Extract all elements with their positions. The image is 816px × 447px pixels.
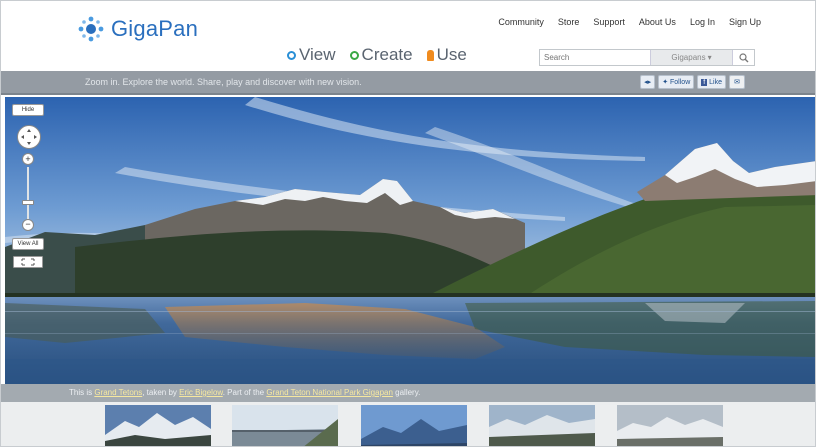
tab-use-label: Use [436,45,467,64]
nav-sign-up[interactable]: Sign Up [729,17,761,27]
caption-text: This is Grand Tetons, taken by Eric Bige… [69,388,420,397]
tagline-bar: Zoom in. Explore the world. Share, play … [1,71,815,95]
search-icon [738,52,748,62]
nav-support[interactable]: Support [593,17,625,27]
tagline-text: Zoom in. Explore the world. Share, play … [85,77,362,87]
twitter-bird-icon: ✦ [662,79,669,86]
gigapan-logo[interactable]: GigaPan [75,11,198,47]
view-ring-icon [287,50,296,60]
email-share-button[interactable]: ✉ [729,75,745,89]
top-navigation: Community Store Support About Us Log In … [498,17,761,27]
view-all-label: View All [17,241,39,247]
zoom-out-button[interactable]: − [22,219,34,231]
thumb-grey-range-image [617,405,723,446]
minus-icon: − [25,219,31,229]
thumb-valley-ridge-image [489,405,595,446]
author-link[interactable]: Eric Bigelow [179,388,223,397]
create-ring-icon [349,50,359,60]
view-all-button[interactable]: View All [12,238,44,250]
caption-bar: This is Grand Tetons, taken by Eric Bige… [1,384,815,402]
thumb-snowy-peaks-image [105,405,211,446]
logo-text: GigaPan [111,16,199,41]
tab-view-label: View [299,45,336,64]
mode-tabs: View Create Use [287,45,467,65]
thumb-snowy-peaks[interactable] [105,405,211,446]
thumb-bridge[interactable] [232,405,338,446]
nav-store[interactable]: Store [558,17,580,27]
gigapan-viewer[interactable]: Hide + − View All [5,97,816,384]
thumb-valley-ridge[interactable] [489,405,595,446]
share-counter[interactable]: ◂▸ [640,75,656,89]
hide-controls-button[interactable]: Hide [12,104,44,116]
zoom-slider-track[interactable] [27,167,29,219]
tab-create-label: Create [361,45,413,64]
social-buttons: ◂▸ ✦ Follow f Like ✉ [640,75,745,89]
search-scope-select[interactable]: Gigapans ▾ [650,50,732,65]
twitter-follow-button[interactable]: ✦ Follow [658,75,695,89]
search-button[interactable] [732,50,754,65]
facebook-like-button[interactable]: f Like [697,75,726,89]
caption-taken-by: , taken by [142,388,180,397]
fullscreen-button[interactable] [13,256,43,268]
search-bar: Gigapans ▾ [539,49,755,66]
pan-icon [21,129,37,145]
thumb-bridge-image [232,405,338,446]
site-header: GigaPan Community Store Support About Us… [1,1,815,71]
gallery-link[interactable]: Grand Teton National Park Gigapan [266,388,393,397]
chevron-down-icon: ▾ [707,53,712,62]
zoom-in-button[interactable]: + [22,153,34,165]
panorama-image[interactable] [5,97,816,384]
caption-suffix: gallery. [392,388,421,397]
thumb-blue-range-image [361,405,467,446]
hide-label: Hide [21,107,35,113]
thumb-blue-range[interactable] [361,405,467,446]
facebook-icon: f [701,78,708,86]
caption-prefix: This is [69,388,95,397]
tab-view[interactable]: View [287,45,336,65]
gigapan-title-link[interactable]: Grand Tetons [94,388,142,397]
thumb-grey-range[interactable] [617,405,723,446]
thumbnail-strip [1,402,815,446]
like-label: Like [709,78,722,86]
nav-log-in[interactable]: Log In [690,17,715,27]
mail-icon: ✉ [734,79,740,86]
gigapan-logo-icon [78,16,104,42]
plus-icon: + [25,154,31,164]
gigapan-page: GigaPan Community Store Support About Us… [0,0,816,447]
search-scope-value: Gigapans [671,53,706,62]
use-pin-icon [426,49,434,61]
pan-control[interactable] [17,125,41,149]
caption-part-of: . Part of the [222,388,267,397]
nav-community[interactable]: Community [498,17,544,27]
tab-use[interactable]: Use [426,45,467,65]
nav-about-us[interactable]: About Us [639,17,676,27]
search-input[interactable] [540,50,650,65]
fullscreen-icon [21,258,35,266]
tab-create[interactable]: Create [349,45,413,65]
share-icon: ◂▸ [644,79,652,86]
zoom-slider-handle[interactable] [22,200,34,205]
follow-label: Follow [670,78,691,86]
